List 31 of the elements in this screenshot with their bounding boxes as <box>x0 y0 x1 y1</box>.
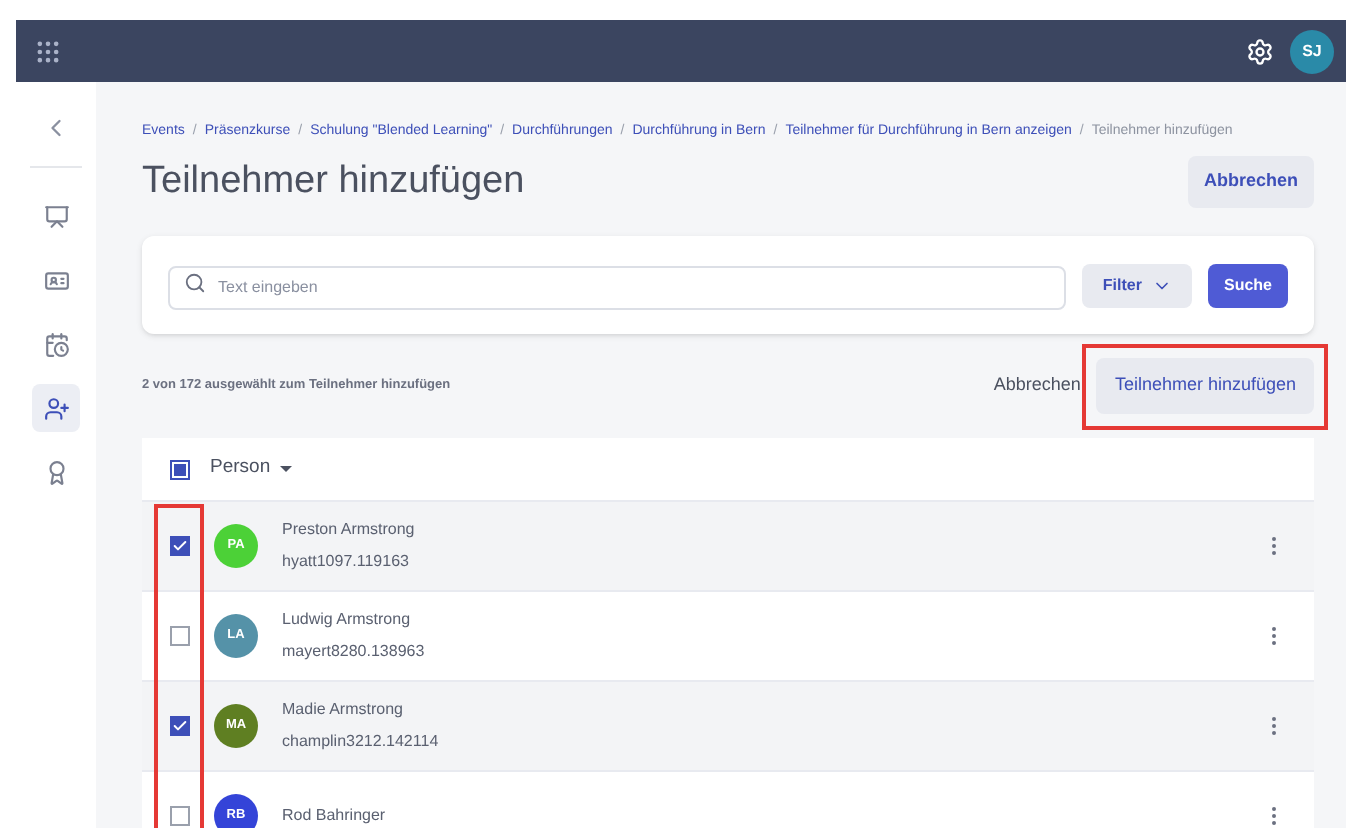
page-title: Teilnehmer hinzufügen <box>142 157 525 205</box>
row-checkbox[interactable] <box>170 626 190 646</box>
settings-icon[interactable] <box>1246 37 1274 65</box>
select-all-checkbox[interactable] <box>170 459 190 479</box>
person-username: hyatt1097.119163 <box>282 550 411 574</box>
row-checkbox[interactable] <box>170 806 190 826</box>
presentation-icon <box>43 203 69 229</box>
calendar-icon <box>43 331 69 357</box>
person-username: champlin3212.142114 <box>282 730 441 754</box>
sort-caret-icon <box>280 466 293 472</box>
person-name: Preston Armstrong <box>282 518 417 542</box>
add-participants-button[interactable]: Teilnehmer hinzufügen <box>1096 358 1314 414</box>
person-name: Rod Bahringer <box>282 804 388 828</box>
row-checkbox[interactable] <box>170 536 190 556</box>
person-name: Ludwig Armstrong <box>282 608 413 632</box>
sidebar-item[interactable] <box>32 384 80 432</box>
card-icon <box>43 267 69 293</box>
search-icon <box>184 271 206 294</box>
search-button[interactable]: Suche <box>1207 263 1288 307</box>
person-username: mayert8280.138963 <box>282 640 427 664</box>
cancel-button[interactable]: Abbrechen <box>1187 155 1314 208</box>
app-grid-icon[interactable] <box>34 37 62 65</box>
row-checkbox[interactable] <box>170 716 190 736</box>
person-add-icon <box>43 395 69 421</box>
cancel-link[interactable]: Abbrechen <box>993 372 1081 400</box>
search-field[interactable]: Text eingeben <box>168 265 1067 310</box>
award-icon <box>43 459 69 485</box>
user-avatar[interactable]: SJ <box>1290 29 1334 73</box>
person-name: Madie Armstrong <box>282 698 405 722</box>
filter-button[interactable]: Filter <box>1082 263 1192 307</box>
column-header[interactable]: Person <box>210 454 271 484</box>
